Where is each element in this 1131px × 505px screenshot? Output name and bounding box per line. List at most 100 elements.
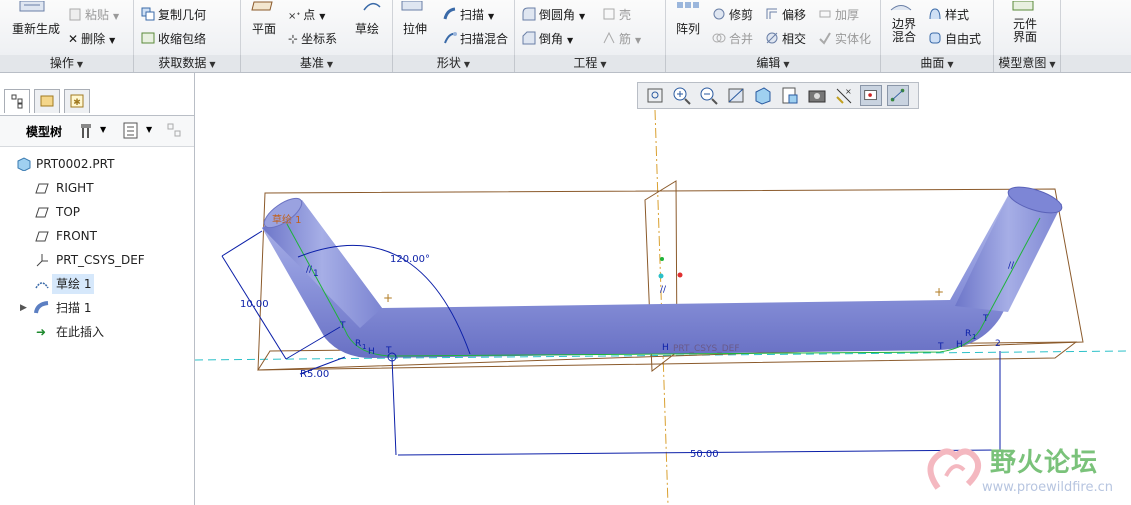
freestyle-button[interactable]: 自由式 (928, 30, 981, 47)
centroid-marker: + (383, 291, 393, 305)
csys-button[interactable]: ⊹ 坐标系 (288, 30, 337, 47)
tree-item-label: PRT0002.PRT (36, 157, 115, 171)
group-engineering[interactable]: 工程 ▼ (515, 55, 666, 72)
group-datum[interactable]: 基准 ▼ (241, 55, 393, 72)
plane-button[interactable]: 平面 (252, 20, 276, 37)
group-shapes-label: 形状 (436, 56, 461, 70)
constraint-index: 1 (313, 269, 319, 279)
sketch-button[interactable]: 草绘 (355, 20, 379, 37)
tree-item-insert-here[interactable]: ➜ 在此插入 (0, 321, 194, 343)
parallel-symbol: // (306, 265, 313, 275)
regenerate-label[interactable]: 重新生成 (12, 20, 60, 37)
thicken-button[interactable]: 加厚 (818, 6, 859, 23)
group-editing[interactable]: 编辑 ▼ (666, 55, 881, 72)
datum-display-filters-icon[interactable]: × (833, 85, 855, 106)
expand-arrow-icon[interactable]: ▶ (20, 297, 27, 319)
show-list-icon[interactable] (123, 122, 139, 140)
zoom-out-icon[interactable] (698, 85, 720, 106)
chamfer-button[interactable]: 倒角 ▼ (522, 30, 573, 47)
point-button[interactable]: ×ᐩ 点 ▼ (288, 6, 325, 23)
horizontal-symbol: H (956, 340, 963, 350)
style-button[interactable]: 样式 (928, 6, 969, 23)
annotation-display-icon[interactable] (887, 85, 909, 106)
tab-favorites[interactable]: ✱ (64, 89, 90, 113)
group-get-data[interactable]: 获取数据 ▼ (134, 55, 241, 72)
paste-button[interactable]: 粘贴 ▼ (68, 6, 119, 23)
trim-button[interactable]: 修剪 (712, 6, 753, 23)
tree-item-csys[interactable]: PRT_CSYS_DEF (0, 249, 194, 271)
copy-geometry-button[interactable]: 复制几何 (141, 6, 206, 23)
delete-button[interactable]: ✕ 删除 ▼ (68, 30, 115, 47)
group-operations[interactable]: 操作 ▼ (0, 55, 134, 72)
chevron-down-icon[interactable]: ▼ (100, 125, 106, 134)
group-surfaces-label: 曲面 (920, 56, 945, 70)
tangent-symbol: T (937, 342, 944, 352)
tree-item-right[interactable]: RIGHT (0, 177, 194, 199)
separator (240, 0, 241, 55)
tree-item-label: TOP (56, 205, 81, 219)
boundary-blend-button[interactable]: 边界 混合 (892, 18, 916, 44)
group-model-intent[interactable]: 模型意图 ▼ (994, 55, 1061, 72)
display-style-icon[interactable] (752, 85, 774, 106)
tree-item-top[interactable]: TOP (0, 201, 194, 223)
dim-angle[interactable]: 120.00° (390, 254, 430, 265)
chevron-down-icon[interactable]: ▼ (146, 125, 152, 134)
forum-logo-icon (927, 448, 981, 490)
group-surfaces[interactable]: 曲面 ▼ (881, 55, 994, 72)
regenerate-button[interactable] (8, 0, 49, 14)
extrude-button[interactable]: 拉伸 (403, 20, 427, 37)
tree-item-sweep[interactable]: ▶ 扫描 1 (0, 297, 194, 319)
intersect-button[interactable]: 相交 (765, 30, 806, 47)
pattern-icon-wrap[interactable] (675, 0, 701, 14)
settings-tools-icon[interactable] (80, 122, 96, 140)
boundary-blend-icon-wrap[interactable] (888, 0, 914, 14)
view-manager-icon[interactable] (806, 85, 828, 106)
sketch-icon-wrap[interactable] (362, 0, 382, 14)
refit-icon[interactable] (644, 85, 666, 106)
swept-blend-icon (444, 32, 457, 44)
style-icon (929, 8, 941, 20)
dim-radius[interactable]: R5.00 (300, 369, 329, 380)
dim-width[interactable]: 50.00 (690, 449, 719, 460)
saved-orientations-icon[interactable] (779, 85, 801, 106)
swept-blend-button[interactable]: 扫描混合 (443, 30, 508, 47)
zoom-in-icon[interactable] (671, 85, 693, 106)
sweep-button[interactable]: 扫描 ▼ (443, 6, 494, 23)
style-label: 样式 (945, 8, 970, 22)
component-interface-button[interactable]: 元件 界面 (1013, 18, 1037, 44)
shell-button[interactable]: 壳 (602, 6, 631, 23)
model-tree-icon (11, 94, 23, 109)
rib-button[interactable]: 筋 ▼ (602, 30, 641, 47)
spin-center-icon[interactable] (860, 85, 882, 106)
group-get-data-label: 获取数据 (158, 56, 207, 70)
part-icon (17, 157, 31, 171)
csys-point (658, 273, 664, 279)
shrinkwrap-button[interactable]: 收缩包络 (141, 30, 206, 47)
offset-button[interactable]: 偏移 (765, 6, 806, 23)
filter-icon[interactable] (166, 122, 184, 140)
trim-label: 修剪 (729, 8, 754, 22)
tree-item-front[interactable]: FRONT (0, 225, 194, 247)
repaint-icon[interactable] (725, 85, 747, 106)
group-shapes[interactable]: 形状 ▼ (393, 55, 515, 72)
graphics-toolbar: × (637, 82, 919, 109)
tree-item-sketch[interactable]: 草绘 1 (0, 273, 194, 295)
dim-length[interactable]: 10.00 (240, 299, 269, 310)
solidify-button[interactable]: 实体化 (818, 30, 871, 47)
csys-point (660, 257, 664, 261)
pattern-button[interactable]: 阵列 (676, 20, 700, 37)
separator (880, 0, 881, 55)
plane-icon-wrap[interactable] (248, 0, 274, 14)
boundary-blend-icon (890, 5, 912, 11)
tree-item-part[interactable]: PRT0002.PRT (0, 153, 194, 175)
chevron-down-icon: ▼ (1049, 60, 1056, 69)
group-operations-label: 操作 (49, 56, 74, 70)
tab-folder-browser[interactable] (34, 89, 60, 113)
extrude-icon-wrap[interactable] (398, 0, 426, 14)
sweep-solid[interactable] (260, 182, 1065, 358)
component-interface-icon-wrap[interactable] (1010, 0, 1036, 14)
merge-button[interactable]: 合并 (712, 30, 753, 47)
tab-model-tree[interactable] (4, 89, 30, 113)
round-button[interactable]: 倒圆角 ▼ (522, 6, 585, 23)
sketch-label[interactable]: 草绘 1 (272, 213, 302, 226)
